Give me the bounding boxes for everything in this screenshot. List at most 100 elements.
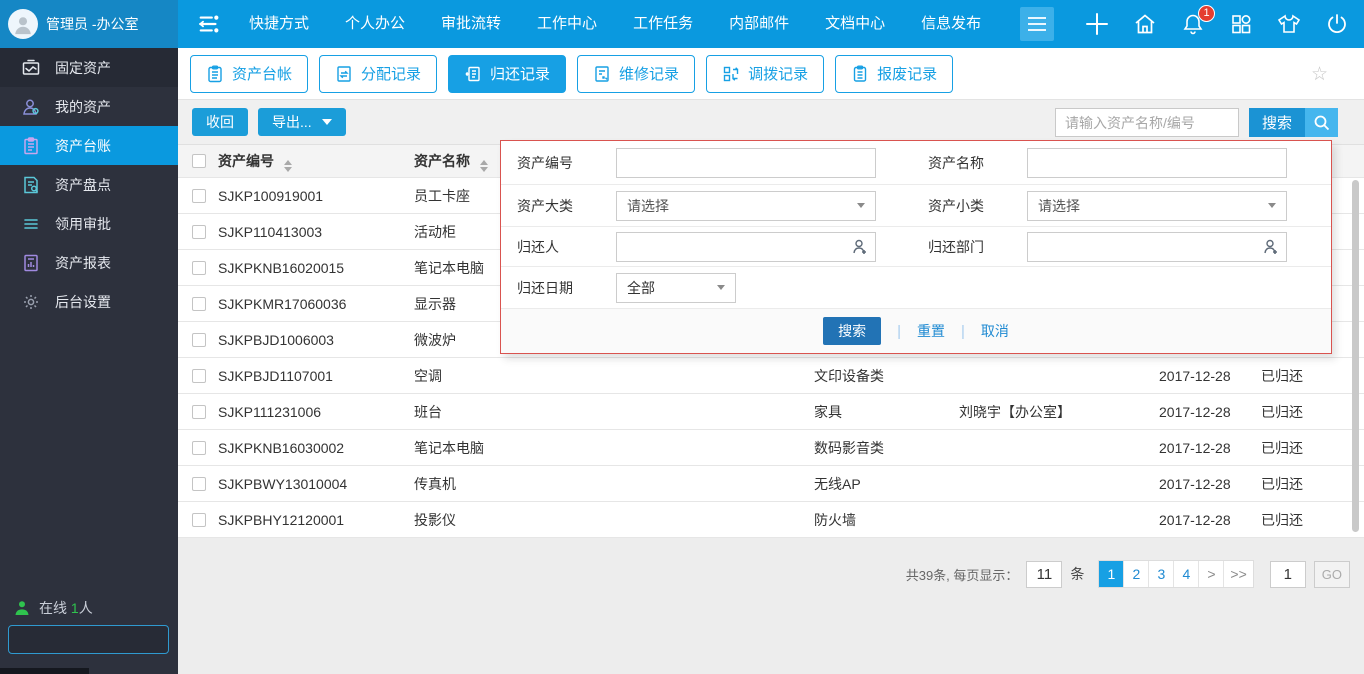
page-size-input[interactable] (1026, 561, 1062, 588)
tab-transfer-records[interactable]: 调拨记录 (706, 55, 824, 93)
sidebar-search-input[interactable] (9, 632, 201, 647)
asset-code-field[interactable] (616, 148, 876, 178)
favorite-star-icon[interactable]: ☆ (1311, 48, 1328, 100)
tab-label: 维修记录 (619, 63, 679, 84)
export-button[interactable]: 导出... (258, 108, 346, 136)
main-content: 资产台帐 分配记录 归还记录 维修记录 调拨记录 报废记录 ☆ 收回 导出... (178, 48, 1364, 674)
row-checkbox[interactable] (192, 333, 206, 347)
major-class-select[interactable]: 请选择 (616, 191, 876, 221)
notifications-bell-icon[interactable]: 1 (1180, 11, 1206, 37)
sort-icon[interactable] (284, 160, 292, 172)
row-checkbox[interactable] (192, 261, 206, 275)
asset-search-input[interactable] (1055, 108, 1239, 137)
tab-allocation-records[interactable]: 分配记录 (319, 55, 437, 93)
asset-name-field[interactable] (1027, 148, 1287, 178)
cell-asset-name: 空调 (410, 366, 810, 386)
sidebar-item-label: 资产盘点 (55, 175, 111, 195)
tab-label: 调拨记录 (748, 63, 808, 84)
return-date-select[interactable]: 全部 (616, 273, 736, 303)
reset-button[interactable]: 重置 (917, 321, 945, 341)
row-checkbox[interactable] (192, 513, 206, 527)
row-checkbox[interactable] (192, 225, 206, 239)
row-checkbox[interactable] (192, 405, 206, 419)
add-icon[interactable] (1084, 11, 1110, 37)
panel-search-button[interactable]: 搜索 (823, 317, 881, 345)
cell-asset-code: SJKP110413003 (214, 224, 410, 240)
page-jump-input[interactable] (1270, 561, 1306, 588)
topbar-icon-group: 1 (1084, 0, 1350, 48)
header-asset-code[interactable]: 资产编号 (214, 151, 410, 172)
tab-return-records[interactable]: 归还记录 (448, 55, 566, 93)
notification-badge: 1 (1198, 5, 1215, 22)
sort-icon[interactable] (480, 160, 488, 172)
grid-transfer-icon (722, 65, 740, 83)
minor-class-label: 资产小类 (928, 196, 1027, 216)
search-icon-button[interactable] (1305, 108, 1338, 137)
cell-category: 防火墙 (810, 510, 955, 530)
sidebar: 固定资产 我的资产 资产台账 资产盘点 领用审批 资产报表 后台设置 (0, 48, 178, 674)
next-page-button[interactable]: > (1199, 561, 1224, 587)
nav-item-info-publish[interactable]: 信息发布 (908, 0, 994, 48)
vertical-scrollbar[interactable] (1352, 180, 1359, 532)
apps-grid-icon[interactable] (1228, 11, 1254, 37)
recall-button[interactable]: 收回 (192, 108, 248, 136)
topbar-user-area[interactable]: 管理员 -办公室 (0, 0, 178, 48)
theme-shirt-icon[interactable] (1276, 11, 1302, 37)
cell-status: 已归还 (1257, 474, 1347, 494)
go-button[interactable]: GO (1314, 561, 1350, 588)
cancel-button[interactable]: 取消 (981, 321, 1009, 341)
sidebar-item-requisition-approval[interactable]: 领用审批 (0, 204, 178, 243)
nav-item-work-tasks[interactable]: 工作任务 (620, 0, 706, 48)
nav-item-internal-mail[interactable]: 内部邮件 (716, 0, 802, 48)
sidebar-item-asset-reports[interactable]: 资产报表 (0, 243, 178, 282)
row-checkbox[interactable] (192, 441, 206, 455)
last-page-button[interactable]: >> (1224, 561, 1252, 587)
major-class-value: 请选择 (627, 196, 669, 216)
chevron-down-icon (1268, 203, 1276, 208)
sidebar-item-my-assets[interactable]: 我的资产 (0, 87, 178, 126)
table-row[interactable]: SJKPBJD1107001 空调 文印设备类 2017-12-28 已归还 (178, 358, 1364, 394)
asset-chart-icon (22, 59, 40, 77)
tab-asset-ledger[interactable]: 资产台帐 (190, 55, 308, 93)
nav-item-approval-flow[interactable]: 审批流转 (428, 0, 514, 48)
sidebar-item-backend-settings[interactable]: 后台设置 (0, 282, 178, 321)
return-person-field[interactable] (616, 232, 876, 262)
minor-class-select[interactable]: 请选择 (1027, 191, 1287, 221)
current-user-label: 管理员 -办公室 (46, 14, 139, 34)
nav-item-document-center[interactable]: 文档中心 (812, 0, 898, 48)
table-row[interactable]: SJKP111231006 班台 家具 刘晓宇【办公室】 2017-12-28 … (178, 394, 1364, 430)
user-add-icon[interactable] (851, 238, 869, 259)
online-user-icon (14, 600, 30, 616)
table-row[interactable]: SJKPKNB16030002 笔记本电脑 数码影音类 2017-12-28 已… (178, 430, 1364, 466)
return-dept-field[interactable] (1027, 232, 1287, 262)
row-checkbox[interactable] (192, 477, 206, 491)
collapse-menu-icon[interactable] (192, 7, 226, 41)
user-add-icon[interactable] (1262, 238, 1280, 259)
row-checkbox[interactable] (192, 369, 206, 383)
select-all-checkbox[interactable] (192, 154, 206, 168)
nav-item-personal-office[interactable]: 个人办公 (332, 0, 418, 48)
tab-repair-records[interactable]: 维修记录 (577, 55, 695, 93)
page-button-1[interactable]: 1 (1099, 561, 1124, 587)
row-checkbox[interactable] (192, 297, 206, 311)
cell-asset-name: 笔记本电脑 (410, 438, 810, 458)
page-button-4[interactable]: 4 (1174, 561, 1199, 587)
page-button-3[interactable]: 3 (1149, 561, 1174, 587)
home-icon[interactable] (1132, 11, 1158, 37)
table-row[interactable]: SJKPBWY13010004 传真机 无线AP 2017-12-28 已归还 (178, 466, 1364, 502)
search-button[interactable]: 搜索 (1249, 108, 1305, 137)
nav-item-work-center[interactable]: 工作中心 (524, 0, 610, 48)
sidebar-item-asset-inventory[interactable]: 资产盘点 (0, 165, 178, 204)
doc-report-icon (22, 254, 40, 272)
table-row[interactable]: SJKPBHY12120001 投影仪 防火墙 2017-12-28 已归还 (178, 502, 1364, 538)
power-logout-icon[interactable] (1324, 11, 1350, 37)
sidebar-item-fixed-assets[interactable]: 固定资产 (0, 48, 178, 87)
page-button-2[interactable]: 2 (1124, 561, 1149, 587)
nav-item-shortcuts[interactable]: 快捷方式 (236, 0, 322, 48)
cell-status: 已归还 (1257, 510, 1347, 530)
cell-date: 2017-12-28 (1155, 512, 1257, 528)
row-checkbox[interactable] (192, 189, 206, 203)
more-menu-icon[interactable] (1020, 7, 1054, 41)
sidebar-item-asset-ledger[interactable]: 资产台账 (0, 126, 178, 165)
tab-scrap-records[interactable]: 报废记录 (835, 55, 953, 93)
